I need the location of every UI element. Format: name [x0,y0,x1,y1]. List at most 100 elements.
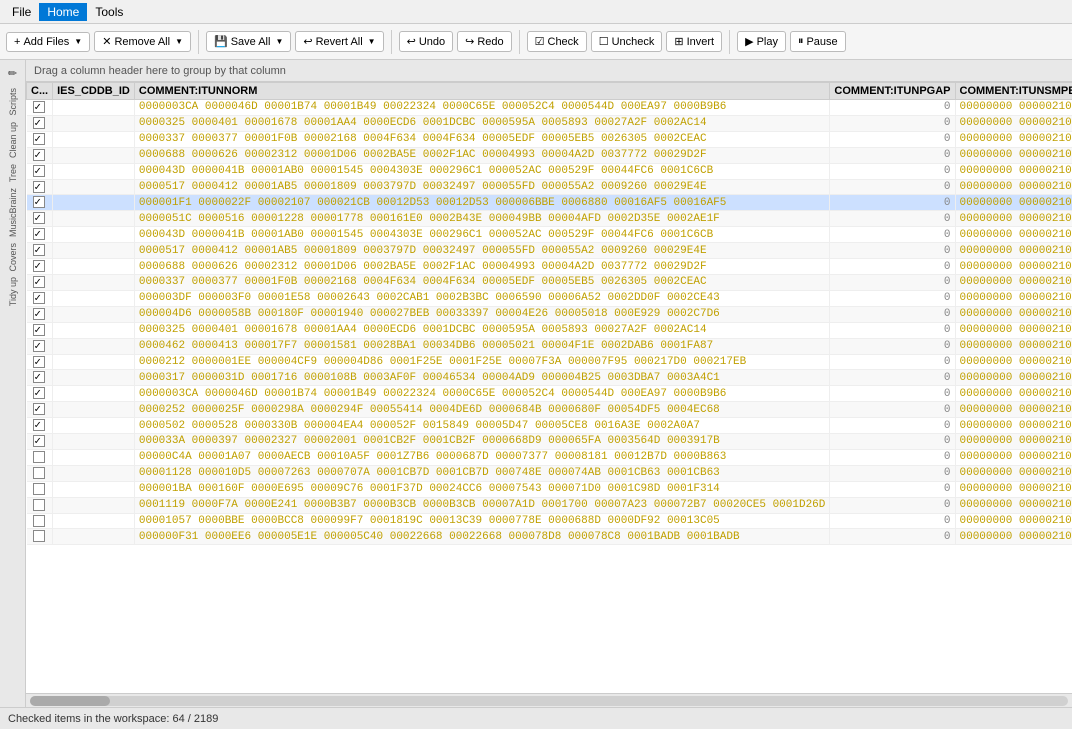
checkbox[interactable] [33,244,45,256]
table-row[interactable]: 0000688 0000626 00002312 00001D06 0002BA… [27,147,1072,163]
row-check-cell[interactable] [27,418,53,434]
table-row[interactable]: 00001128 000010D5 00007263 0000707A 0001… [27,465,1072,481]
check-button[interactable]: ☑ Check [527,31,587,52]
scroll-thumb[interactable] [30,696,110,706]
row-check-cell[interactable] [27,131,53,147]
row-check-cell[interactable] [27,243,53,259]
table-row[interactable]: 0000517 0000412 00001AB5 00001809 000379… [27,243,1072,259]
checkbox[interactable] [33,435,45,447]
row-check-cell[interactable] [27,211,53,227]
save-all-button[interactable]: 💾 Save All ▼ [206,31,291,52]
checkbox[interactable] [33,356,45,368]
scroll-track[interactable] [30,696,1068,706]
checkbox[interactable] [33,499,45,511]
menu-tools[interactable]: Tools [87,3,131,21]
table-row[interactable]: 0000337 0000377 00001F0B 00002168 0004F6… [27,274,1072,290]
row-check-cell[interactable] [27,465,53,481]
row-check-cell[interactable] [27,497,53,513]
checkbox[interactable] [33,419,45,431]
col-comment-itunnorm[interactable]: COMMENT:ITUNNORM [134,83,830,100]
uncheck-button[interactable]: ☐ Uncheck [591,31,663,52]
col-ies-cddb-id[interactable]: IES_CDDB_ID [53,83,135,100]
row-check-cell[interactable] [27,115,53,131]
row-check-cell[interactable] [27,100,53,116]
row-check-cell[interactable] [27,402,53,418]
checkbox[interactable] [33,181,45,193]
table-row[interactable]: 00001057 0000BBE 0000BCC8 000099F7 00018… [27,513,1072,529]
col-comment-itunpgap[interactable]: COMMENT:ITUNPGAP [830,83,955,100]
sidebar-cleanup[interactable]: Clean up [8,120,18,160]
sidebar-musicbrainz[interactable]: MusicBrainz [8,186,18,239]
checkbox[interactable] [33,276,45,288]
row-check-cell[interactable] [27,529,53,545]
checkbox[interactable] [33,117,45,129]
row-check-cell[interactable] [27,354,53,370]
remove-all-button[interactable]: ✕ Remove All ▼ [94,31,191,52]
table-row[interactable]: 000004D6 0000058B 000180F 00001940 00002… [27,306,1072,322]
checkbox[interactable] [33,483,45,495]
sidebar-tree[interactable]: Tree [8,162,18,184]
table-row[interactable]: 0000325 0000401 00001678 00001AA4 0000EC… [27,115,1072,131]
table-row[interactable]: 0000317 0000031D 0001716 0000108B 0003AF… [27,370,1072,386]
table-row[interactable]: 0000502 0000528 0000330B 000004EA4 00005… [27,418,1072,434]
checkbox[interactable] [33,324,45,336]
table-row[interactable]: 000033A 0000397 00002327 00002001 0001CB… [27,434,1072,450]
checkbox[interactable] [33,228,45,240]
checkbox[interactable] [33,101,45,113]
row-check-cell[interactable] [27,386,53,402]
table-row[interactable]: 0000517 0000412 00001AB5 00001809 000379… [27,179,1072,195]
table-row[interactable]: 000000F31 0000EE6 000005E1E 000005C40 00… [27,529,1072,545]
table-row[interactable]: 00000C4A 00001A07 0000AECB 00010A5F 0001… [27,449,1072,465]
table-row[interactable]: 0000003CA 0000046D 00001B74 00001B49 000… [27,386,1072,402]
pause-button[interactable]: ⏸ Pause [790,31,846,52]
checkbox[interactable] [33,212,45,224]
sidebar-edit[interactable]: ✏ [2,62,24,84]
table-row[interactable]: 0000325 0000401 00001678 00001AA4 0000EC… [27,322,1072,338]
row-check-cell[interactable] [27,163,53,179]
table-row[interactable]: 0000252 0000025F 0000298A 0000294F 00055… [27,402,1072,418]
row-check-cell[interactable] [27,306,53,322]
checkbox[interactable] [33,260,45,272]
table-row[interactable]: 0000462 0000413 000017F7 00001581 00028B… [27,338,1072,354]
invert-button[interactable]: ⊞ Invert [666,31,722,52]
checkbox[interactable] [33,292,45,304]
checkbox[interactable] [33,340,45,352]
row-check-cell[interactable] [27,147,53,163]
horizontal-scrollbar[interactable] [26,693,1072,707]
row-check-cell[interactable] [27,513,53,529]
row-check-cell[interactable] [27,370,53,386]
checkbox[interactable] [33,451,45,463]
checkbox[interactable] [33,371,45,383]
undo-button[interactable]: ↩ Undo [399,31,454,52]
table-row[interactable]: 000043D 0000041B 00001AB0 00001545 00043… [27,227,1072,243]
row-check-cell[interactable] [27,179,53,195]
sidebar-scripts[interactable]: Scripts [8,86,18,118]
play-button[interactable]: ▶ Play [737,31,786,52]
table-row[interactable]: 0000212 0000001EE 000004CF9 000004D86 00… [27,354,1072,370]
menu-file[interactable]: File [4,3,39,21]
table-row[interactable]: 000043D 0000041B 00001AB0 00001545 00043… [27,163,1072,179]
table-container[interactable]: C... IES_CDDB_ID COMMENT:ITUNNORM COMMEN… [26,82,1072,693]
checkbox[interactable] [33,165,45,177]
checkbox[interactable] [33,149,45,161]
checkbox[interactable] [33,308,45,320]
row-check-cell[interactable] [27,322,53,338]
table-row[interactable]: 0000051C 0000516 00001228 00001778 00016… [27,211,1072,227]
row-check-cell[interactable] [27,259,53,275]
checkbox[interactable] [33,403,45,415]
row-check-cell[interactable] [27,290,53,306]
table-row[interactable]: 0000337 0000377 00001F0B 00002168 0004F6… [27,131,1072,147]
checkbox[interactable] [33,530,45,542]
revert-all-button[interactable]: ↩ Revert All ▼ [295,31,383,52]
row-check-cell[interactable] [27,481,53,497]
row-check-cell[interactable] [27,274,53,290]
row-check-cell[interactable] [27,338,53,354]
row-check-cell[interactable] [27,227,53,243]
checkbox[interactable] [33,387,45,399]
row-check-cell[interactable] [27,434,53,450]
col-check[interactable]: C... [27,83,53,100]
checkbox[interactable] [33,515,45,527]
table-row[interactable]: 000003DF 000003F0 00001E58 00002643 0002… [27,290,1072,306]
redo-button[interactable]: ↪ Redo [457,31,512,52]
row-check-cell[interactable] [27,195,53,211]
